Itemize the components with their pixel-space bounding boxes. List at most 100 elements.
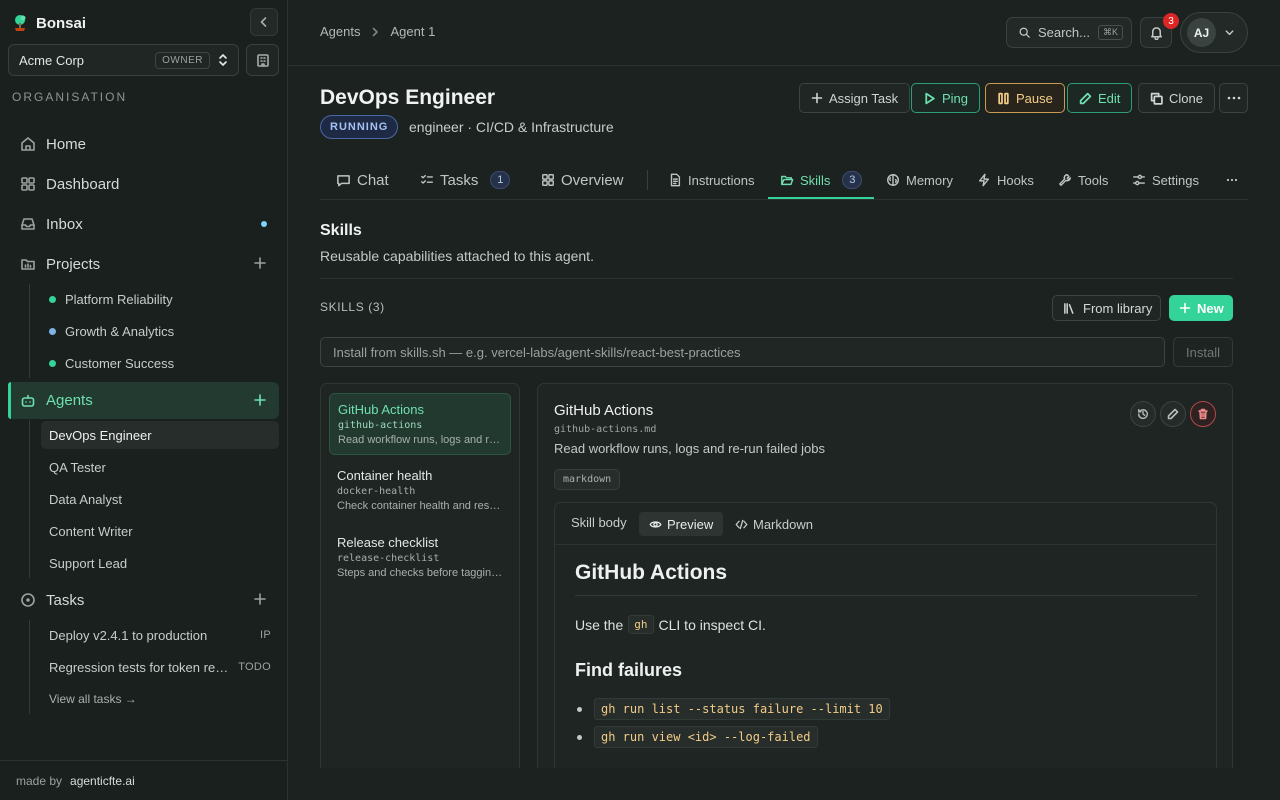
sidebar-agent-item[interactable]: QA Tester xyxy=(41,453,279,481)
tab-hooks[interactable]: Hooks xyxy=(977,160,1034,200)
made-by-link[interactable]: agenticfte.ai xyxy=(70,774,135,788)
plus-icon xyxy=(1179,302,1191,314)
new-skill-label: New xyxy=(1197,300,1224,316)
from-library-button[interactable]: From library xyxy=(1052,295,1161,321)
sidebar-agent-item[interactable]: Content Writer xyxy=(41,517,279,545)
tab-settings-label: Settings xyxy=(1152,172,1199,188)
task-status: IP xyxy=(260,629,271,641)
sliders-icon xyxy=(1133,174,1145,186)
from-library-label: From library xyxy=(1083,300,1153,316)
building-icon xyxy=(256,54,269,67)
nav-dashboard[interactable]: Dashboard xyxy=(8,167,279,201)
new-skill-button[interactable]: New xyxy=(1169,295,1233,321)
delete-skill-button[interactable] xyxy=(1190,401,1216,427)
trash-icon xyxy=(1198,408,1208,420)
add-agent-icon[interactable] xyxy=(253,393,267,407)
skill-card[interactable]: Release checklist release-checklist Step… xyxy=(329,527,511,589)
sidebar-agent-item[interactable]: Support Lead xyxy=(41,549,279,577)
notifications-button[interactable]: 3 xyxy=(1140,13,1179,48)
skill-detail-file: github-actions.md xyxy=(554,424,657,435)
project-item[interactable]: Platform Reliability xyxy=(41,285,279,313)
grid-icon xyxy=(542,174,554,186)
skill-desc: Read workflow runs, logs and re-run fail… xyxy=(338,434,502,446)
tabs-separator xyxy=(647,170,648,190)
nav-home[interactable]: Home xyxy=(8,127,279,161)
brand[interactable]: Bonsai xyxy=(12,12,86,34)
tab-skills-count: 3 xyxy=(842,171,863,189)
user-menu[interactable]: AJ xyxy=(1180,12,1248,53)
edit-skill-button[interactable] xyxy=(1160,401,1186,427)
tabs-more-button[interactable] xyxy=(1226,160,1238,200)
breadcrumb-agents[interactable]: Agents xyxy=(320,24,360,39)
sidebar-task-item[interactable]: Deploy v2.4.1 to production IP xyxy=(41,621,279,649)
history-button[interactable] xyxy=(1130,401,1156,427)
pause-button[interactable]: Pause xyxy=(985,83,1065,113)
breadcrumb: Agents Agent 1 xyxy=(320,24,435,39)
search-button[interactable]: Search... ⌘K xyxy=(1006,17,1132,48)
install-skill-input[interactable] xyxy=(320,337,1165,367)
clone-button[interactable]: Clone xyxy=(1138,83,1215,113)
task-title: Deploy v2.4.1 to production xyxy=(49,627,208,643)
markdown-paragraph: Use the gh CLI to inspect CI. xyxy=(575,615,766,634)
ping-button[interactable]: Ping xyxy=(911,83,981,113)
zap-icon xyxy=(978,173,990,187)
preview-tab[interactable]: Preview xyxy=(639,512,724,536)
markdown-heading-1: GitHub Actions xyxy=(575,561,728,584)
skill-detail-title: GitHub Actions xyxy=(554,402,654,419)
tab-chat-label: Chat xyxy=(357,171,389,189)
tab-tools[interactable]: Tools xyxy=(1058,160,1108,200)
pencil-icon xyxy=(1079,92,1092,104)
file-text-icon xyxy=(670,173,681,187)
status-badge: RUNNING xyxy=(320,115,399,139)
skill-body-label: Skill body xyxy=(571,515,627,530)
tab-tasks[interactable]: Tasks 1 xyxy=(420,160,511,200)
install-button[interactable]: Install xyxy=(1173,337,1233,367)
org-building-button[interactable] xyxy=(246,44,279,76)
skills-count-label: SKILLS (3) xyxy=(320,300,385,314)
tab-memory[interactable]: Memory xyxy=(886,160,953,200)
projects-tree-line xyxy=(29,284,30,378)
add-task-icon[interactable] xyxy=(253,592,267,606)
org-switcher[interactable]: Acme Corp OWNER xyxy=(8,44,239,76)
section-label: ORGANISATION xyxy=(12,90,128,104)
sidebar-task-item[interactable]: Regression tests for token refresh TODO xyxy=(41,653,279,681)
markdown-tab[interactable]: Markdown xyxy=(725,512,823,536)
library-icon xyxy=(1064,302,1074,314)
skill-card[interactable]: Container health docker-health Check con… xyxy=(329,460,511,522)
inline-code: gh xyxy=(628,615,654,634)
tab-overview[interactable]: Overview xyxy=(541,160,624,200)
skill-card[interactable]: GitHub Actions github-actions Read workf… xyxy=(329,393,511,455)
skill-file: github-actions xyxy=(338,420,423,431)
markdown-rule xyxy=(575,595,1197,596)
edit-button[interactable]: Edit xyxy=(1067,83,1133,113)
collapse-sidebar-button[interactable] xyxy=(250,8,278,36)
code-icon xyxy=(735,519,748,529)
sidebar: Bonsai Acme Corp OWNER ORGANISATION Home… xyxy=(0,0,288,800)
nav-agents[interactable]: Agents xyxy=(8,382,279,419)
view-all-tasks-link[interactable]: View all tasks → xyxy=(49,692,137,706)
tab-chat[interactable]: Chat xyxy=(336,160,389,200)
copy-icon xyxy=(1150,92,1163,105)
nav-inbox[interactable]: Inbox xyxy=(8,207,279,241)
tab-skills[interactable]: Skills 3 xyxy=(780,160,863,200)
tab-instructions[interactable]: Instructions xyxy=(668,160,754,200)
nav-tasks[interactable]: Tasks xyxy=(8,583,279,617)
paragraph-text: CLI to inspect CI. xyxy=(658,616,766,633)
sidebar-agent-item[interactable]: Data Analyst xyxy=(41,485,279,513)
unread-indicator xyxy=(261,221,267,227)
dashboard-icon xyxy=(21,177,35,191)
sidebar-agent-item[interactable]: DevOps Engineer xyxy=(41,421,279,449)
more-actions-button[interactable] xyxy=(1219,83,1248,113)
tab-settings[interactable]: Settings xyxy=(1132,160,1199,200)
nav-projects[interactable]: Projects xyxy=(8,247,279,281)
nav-home-label: Home xyxy=(46,135,87,153)
project-item[interactable]: Growth & Analytics xyxy=(41,317,279,345)
section-divider xyxy=(320,278,1233,279)
assign-task-button[interactable]: Assign Task xyxy=(799,83,911,113)
tab-instructions-label: Instructions xyxy=(688,172,755,188)
bell-icon xyxy=(1150,27,1162,40)
project-item[interactable]: Customer Success xyxy=(41,349,279,377)
skill-file: docker-health xyxy=(337,486,416,497)
org-name: Acme Corp xyxy=(19,52,85,68)
add-project-icon[interactable] xyxy=(253,256,267,270)
